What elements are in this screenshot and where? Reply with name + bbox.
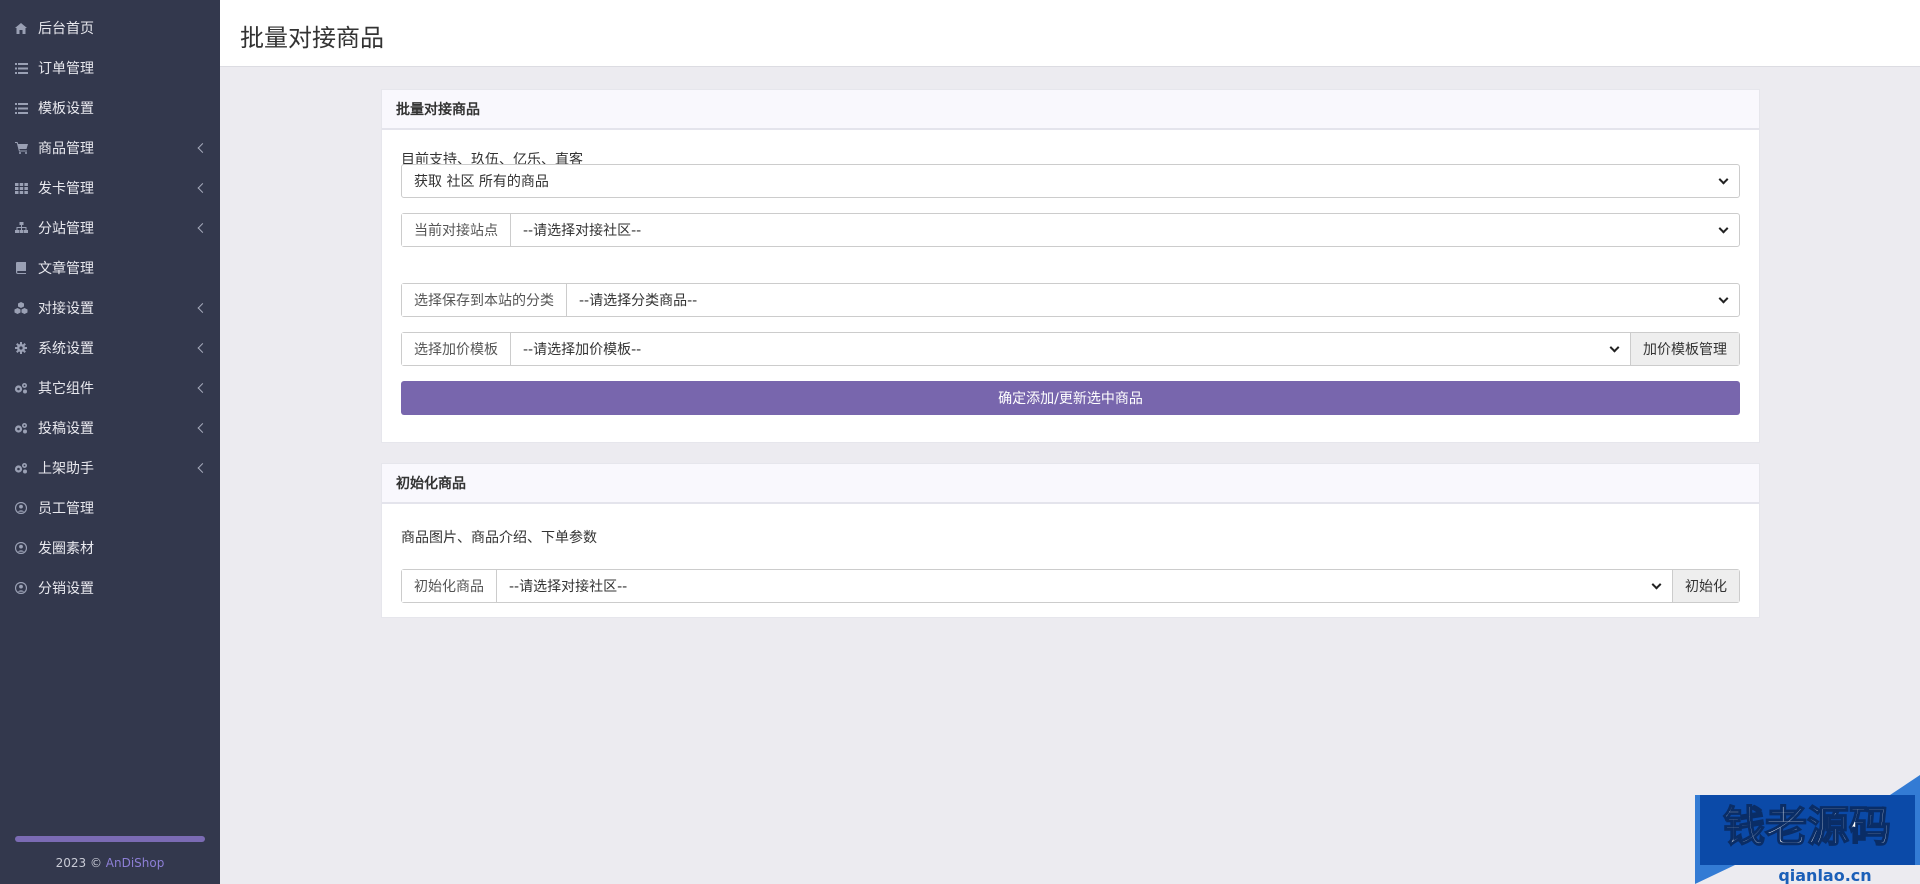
grid-icon — [12, 181, 30, 195]
sidebar-nav: 后台首页订单管理模板设置商品管理发卡管理分站管理文章管理对接设置系统设置其它组件… — [0, 0, 220, 608]
submit-button[interactable]: 确定添加/更新选中商品 — [401, 381, 1740, 415]
cubes-icon — [12, 301, 30, 315]
book-icon — [12, 261, 30, 275]
sidebar-item-14[interactable]: 发圈素材 — [0, 528, 220, 568]
sidebar-footer-bar — [15, 836, 205, 842]
markup-select[interactable]: --请选择加价模板-- — [511, 333, 1630, 365]
gears-icon — [12, 461, 30, 475]
sidebar-item-7[interactable]: 文章管理 — [0, 248, 220, 288]
category-input-group: 选择保存到本站的分类 --请选择分类商品-- — [401, 283, 1740, 317]
fetch-scope-select[interactable]: 获取 社区 所有的商品 — [401, 164, 1740, 198]
chevron-down-icon — [1718, 223, 1729, 234]
chevron-left-icon — [197, 423, 208, 433]
chevron-left-icon — [197, 383, 208, 393]
site-select-value: --请选择对接社区-- — [523, 223, 642, 239]
chevron-down-icon — [1718, 293, 1729, 304]
user-circle-icon — [12, 541, 30, 555]
watermark-text: 钱老源码 — [1723, 802, 1891, 851]
copyright-year: 2023 © — [55, 856, 102, 870]
sidebar-item-9[interactable]: 系统设置 — [0, 328, 220, 368]
init-desc-text: 商品图片、商品介绍、下单参数 — [401, 530, 597, 546]
chevron-down-icon — [1609, 342, 1620, 353]
markup-input-group: 选择加价模板 --请选择加价模板-- 加价模板管理 — [401, 332, 1740, 366]
sidebar-item-label: 发卡管理 — [38, 181, 94, 197]
watermark-logo: 钱老源码 qianlao.cn — [1695, 775, 1920, 884]
watermark-domain: qianlao.cn — [1778, 866, 1871, 884]
sidebar-item-8[interactable]: 对接设置 — [0, 288, 220, 328]
user-circle-icon — [12, 501, 30, 515]
category-select-value: --请选择分类商品-- — [579, 293, 698, 309]
chevron-left-icon — [197, 463, 208, 473]
init-label: 初始化商品 — [402, 570, 497, 602]
page-title: 批量对接商品 — [240, 24, 384, 52]
sidebar-item-15[interactable]: 分销设置 — [0, 568, 220, 608]
init-site-select[interactable]: --请选择对接社区-- — [497, 570, 1672, 602]
sidebar-item-1[interactable]: 后台首页 — [0, 8, 220, 48]
site-label: 当前对接站点 — [402, 214, 511, 246]
header: 批量对接商品 — [220, 0, 1920, 67]
sidebar-item-label: 文章管理 — [38, 261, 94, 277]
markup-label: 选择加价模板 — [402, 333, 511, 365]
sidebar-item-13[interactable]: 员工管理 — [0, 488, 220, 528]
sidebar-item-label: 上架助手 — [38, 461, 94, 477]
sidebar-item-3[interactable]: 模板设置 — [0, 88, 220, 128]
sidebar-footer: 2023 © AnDiShop — [0, 836, 220, 884]
sidebar-item-label: 商品管理 — [38, 141, 94, 157]
list-icon — [12, 101, 30, 115]
batch-panel-title: 批量对接商品 — [382, 90, 1759, 130]
copyright: 2023 © AnDiShop — [0, 856, 220, 870]
sidebar-item-label: 订单管理 — [38, 61, 94, 77]
sidebar-item-label: 后台首页 — [38, 21, 94, 37]
init-panel-title: 初始化商品 — [382, 464, 1759, 504]
chevron-left-icon — [197, 303, 208, 313]
markup-manage-button[interactable]: 加价模板管理 — [1630, 333, 1739, 365]
gears-icon — [12, 421, 30, 435]
sidebar-item-label: 投稿设置 — [38, 421, 94, 437]
sidebar-item-10[interactable]: 其它组件 — [0, 368, 220, 408]
fetch-scope-value: 获取 社区 所有的商品 — [414, 174, 549, 190]
gears-icon — [12, 381, 30, 395]
chevron-down-icon — [1651, 579, 1662, 590]
sidebar-item-label: 系统设置 — [38, 341, 94, 357]
chevron-left-icon — [197, 143, 208, 153]
sidebar-item-label: 分站管理 — [38, 221, 94, 237]
sidebar-item-6[interactable]: 分站管理 — [0, 208, 220, 248]
sidebar-item-label: 模板设置 — [38, 101, 94, 117]
site-select[interactable]: --请选择对接社区-- — [511, 214, 1739, 246]
init-button[interactable]: 初始化 — [1672, 570, 1739, 602]
chevron-left-icon — [197, 183, 208, 193]
watermark-badge-icon: 钱老源码 qianlao.cn — [1695, 775, 1920, 884]
category-label: 选择保存到本站的分类 — [402, 284, 567, 316]
chevron-left-icon — [197, 343, 208, 353]
markup-select-value: --请选择加价模板-- — [523, 342, 642, 358]
sidebar-item-label: 发圈素材 — [38, 541, 94, 557]
chevron-down-icon — [1718, 174, 1729, 185]
init-panel: 初始化商品 商品图片、商品介绍、下单参数 初始化商品 --请选择对接社区-- 初… — [381, 463, 1760, 618]
sitemap-icon — [12, 221, 30, 235]
chevron-left-icon — [197, 223, 208, 233]
home-icon — [12, 21, 30, 35]
site-input-group: 当前对接站点 --请选择对接社区-- — [401, 213, 1740, 247]
sidebar-item-label: 分销设置 — [38, 581, 94, 597]
list-icon — [12, 61, 30, 75]
user-circle-icon — [12, 581, 30, 595]
cart-icon — [12, 141, 30, 155]
init-select-value: --请选择对接社区-- — [509, 579, 628, 595]
sidebar-item-label: 其它组件 — [38, 381, 94, 397]
brand-link[interactable]: AnDiShop — [106, 856, 165, 870]
sidebar-item-5[interactable]: 发卡管理 — [0, 168, 220, 208]
batch-import-panel: 批量对接商品 目前支持、玖伍、亿乐、直客 获取 社区 所有的商品 当前对接站点 … — [381, 89, 1760, 443]
sidebar-item-11[interactable]: 投稿设置 — [0, 408, 220, 448]
sidebar-item-2[interactable]: 订单管理 — [0, 48, 220, 88]
sidebar-item-4[interactable]: 商品管理 — [0, 128, 220, 168]
sidebar-item-12[interactable]: 上架助手 — [0, 448, 220, 488]
category-select[interactable]: --请选择分类商品-- — [567, 284, 1739, 316]
gear-icon — [12, 341, 30, 355]
init-input-group: 初始化商品 --请选择对接社区-- 初始化 — [401, 569, 1740, 603]
sidebar-item-label: 员工管理 — [38, 501, 94, 517]
sidebar: 后台首页订单管理模板设置商品管理发卡管理分站管理文章管理对接设置系统设置其它组件… — [0, 0, 220, 884]
sidebar-item-label: 对接设置 — [38, 301, 94, 317]
